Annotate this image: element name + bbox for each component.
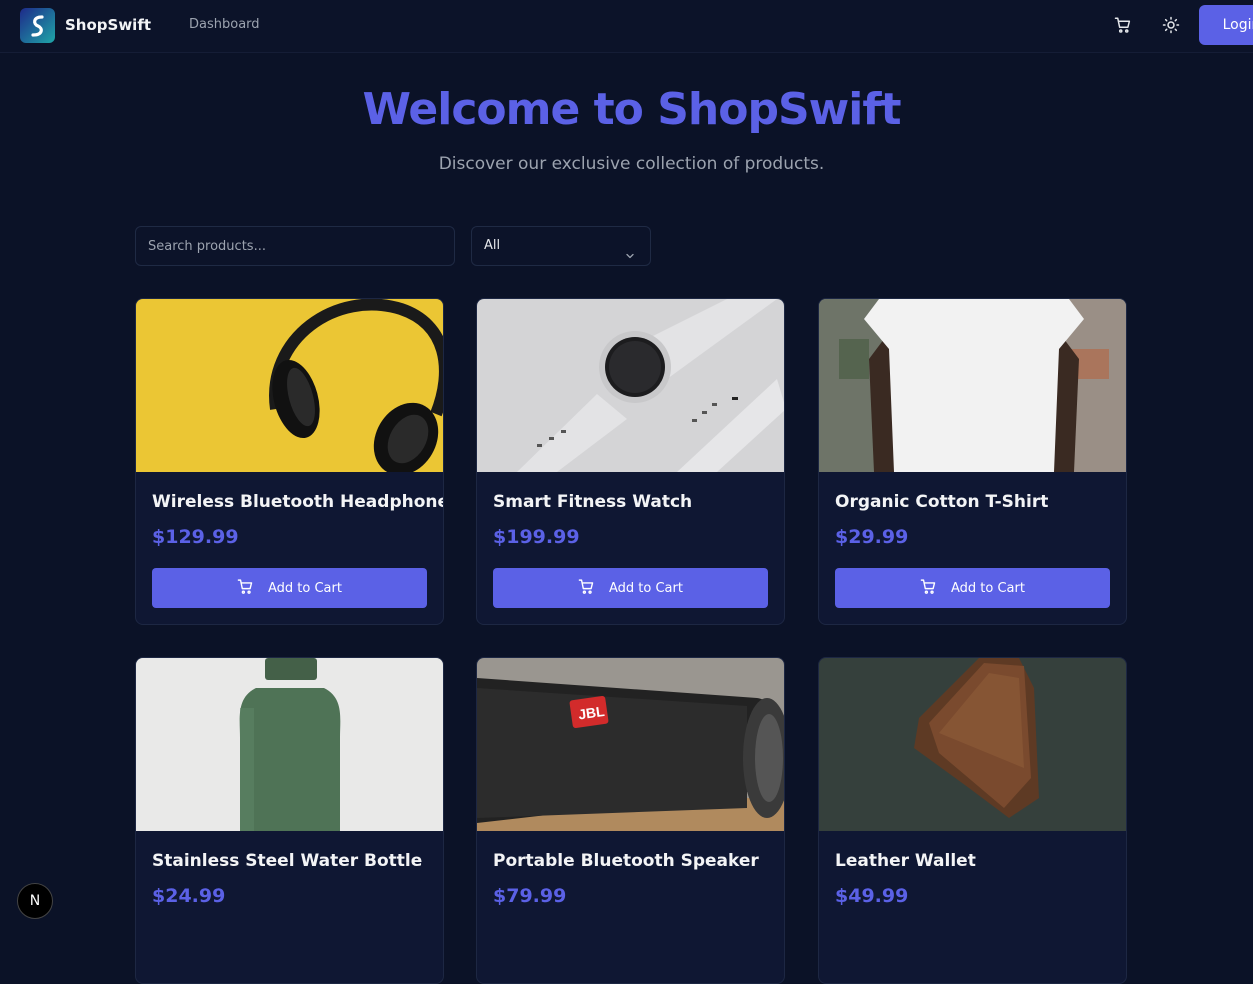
chevron-down-icon <box>624 240 636 278</box>
product-price: $79.99 <box>493 885 567 907</box>
product-name[interactable]: Organic Cotton T-Shirt <box>835 492 1048 512</box>
product-name[interactable]: Portable Bluetooth Speaker <box>493 851 759 871</box>
nav-link-dashboard[interactable]: Dashboard <box>189 17 260 32</box>
cart-icon <box>920 578 937 599</box>
product-image-speaker[interactable]: JBL <box>477 658 784 831</box>
add-to-cart-label: Add to Cart <box>609 580 683 596</box>
cart-icon[interactable] <box>1113 15 1133 35</box>
product-image-water-bottle[interactable] <box>136 658 443 831</box>
login-button[interactable]: Login <box>1199 5 1253 45</box>
product-card: Organic Cotton T-Shirt $29.99 Add to Car… <box>818 298 1127 625</box>
product-image-headphones[interactable] <box>136 299 443 472</box>
brand-name[interactable]: ShopSwift <box>65 16 151 34</box>
page-title: Welcome to ShopSwift <box>362 84 901 135</box>
product-price: $129.99 <box>152 526 239 548</box>
add-to-cart-button[interactable]: Add to Cart <box>835 568 1110 608</box>
product-name[interactable]: Leather Wallet <box>835 851 976 871</box>
add-to-cart-label: Add to Cart <box>951 580 1025 596</box>
add-to-cart-button[interactable]: Add to Cart <box>493 568 768 608</box>
product-price: $24.99 <box>152 885 226 907</box>
cart-icon <box>578 578 595 599</box>
add-to-cart-button[interactable]: Add to Cart <box>152 568 427 608</box>
product-image-watch[interactable] <box>477 299 784 472</box>
product-price: $199.99 <box>493 526 580 548</box>
page-subtitle: Discover our exclusive collection of pro… <box>438 154 825 174</box>
search-input[interactable] <box>135 226 455 266</box>
product-card: Leather Wallet $49.99 <box>818 657 1127 984</box>
product-card: Wireless Bluetooth Headphones $129.99 Ad… <box>135 298 444 625</box>
category-select[interactable]: All <box>471 226 651 266</box>
category-select-value: All <box>484 238 501 253</box>
product-card: Smart Fitness Watch $199.99 Add to Cart <box>476 298 785 625</box>
product-name[interactable]: Smart Fitness Watch <box>493 492 692 512</box>
product-name[interactable]: Stainless Steel Water Bottle <box>152 851 422 871</box>
product-image-wallet[interactable] <box>819 658 1126 831</box>
product-name[interactable]: Wireless Bluetooth Headphones <box>152 492 443 512</box>
product-card: JBL Portable Bluetooth Speaker $79.99 <box>476 657 785 984</box>
product-image-tshirt[interactable] <box>819 299 1126 472</box>
sun-icon[interactable] <box>1161 15 1181 35</box>
add-to-cart-label: Add to Cart <box>268 580 342 596</box>
product-card: Stainless Steel Water Bottle $24.99 <box>135 657 444 984</box>
cart-icon <box>237 578 254 599</box>
logo-icon[interactable] <box>20 8 55 43</box>
product-price: $29.99 <box>835 526 909 548</box>
dev-tools-badge[interactable]: N <box>17 883 53 919</box>
product-price: $49.99 <box>835 885 909 907</box>
navbar: ShopSwift Dashboard Login <box>0 0 1253 53</box>
